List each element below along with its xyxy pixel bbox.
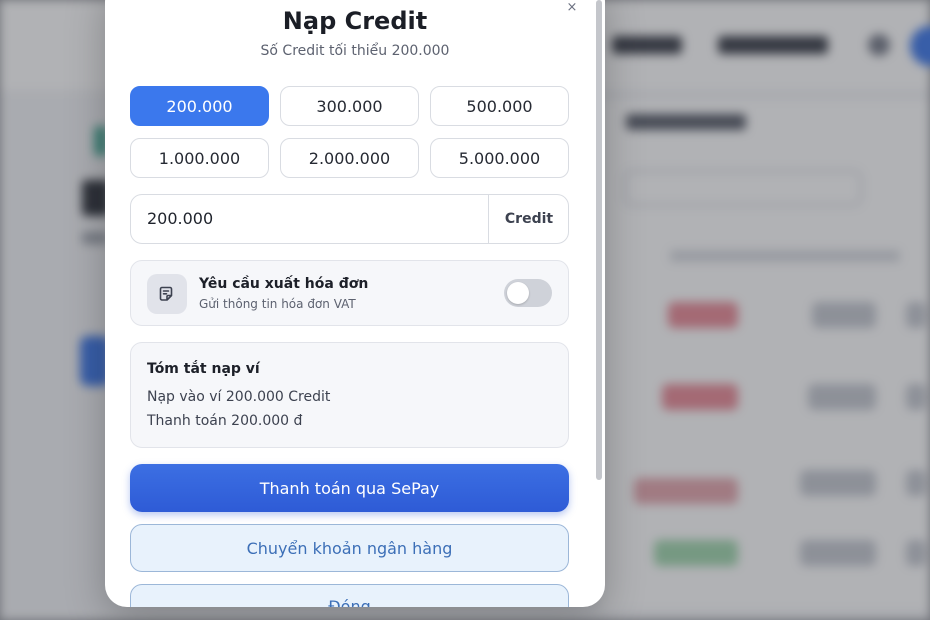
- top-up-credit-modal: × Nạp Credit Số Credit tối thiểu 200.000…: [105, 0, 605, 607]
- invoice-title: Yêu cầu xuất hóa đơn: [199, 276, 369, 292]
- amount-option-200000[interactable]: 200.000: [130, 86, 269, 126]
- amount-input[interactable]: 200.000 Credit: [130, 194, 569, 244]
- invoice-request-row: Yêu cầu xuất hóa đơn Gửi thông tin hóa đ…: [130, 260, 569, 326]
- bank-transfer-button[interactable]: Chuyển khoản ngân hàng: [130, 524, 569, 572]
- amount-unit-label: Credit: [504, 211, 554, 227]
- summary-payment-line: Thanh toán 200.000 đ: [147, 413, 303, 429]
- top-up-summary: Tóm tắt nạp ví Nạp vào ví 200.000 Credit…: [130, 342, 569, 448]
- modal-scrollbar[interactable]: [596, 0, 602, 480]
- amount-option-2000000[interactable]: 2.000.000: [280, 138, 419, 178]
- invoice-subtitle: Gửi thông tin hóa đơn VAT: [199, 297, 356, 311]
- close-button[interactable]: Đóng: [130, 584, 569, 607]
- modal-title: Nạp Credit: [282, 7, 428, 35]
- amount-input-value[interactable]: 200.000: [147, 195, 213, 243]
- amount-option-1000000[interactable]: 1.000.000: [130, 138, 269, 178]
- summary-title: Tóm tắt nạp ví: [147, 361, 260, 377]
- pay-sepay-button[interactable]: Thanh toán qua SePay: [130, 464, 569, 512]
- summary-credit-line: Nạp vào ví 200.000 Credit: [147, 389, 331, 405]
- amount-option-5000000[interactable]: 5.000.000: [430, 138, 569, 178]
- toggle-knob: [507, 282, 529, 304]
- amount-option-500000[interactable]: 500.000: [430, 86, 569, 126]
- modal-subtitle: Số Credit tối thiểu 200.000: [260, 43, 450, 59]
- amount-option-300000[interactable]: 300.000: [280, 86, 419, 126]
- invoice-toggle[interactable]: [504, 279, 552, 307]
- document-icon: [147, 274, 187, 314]
